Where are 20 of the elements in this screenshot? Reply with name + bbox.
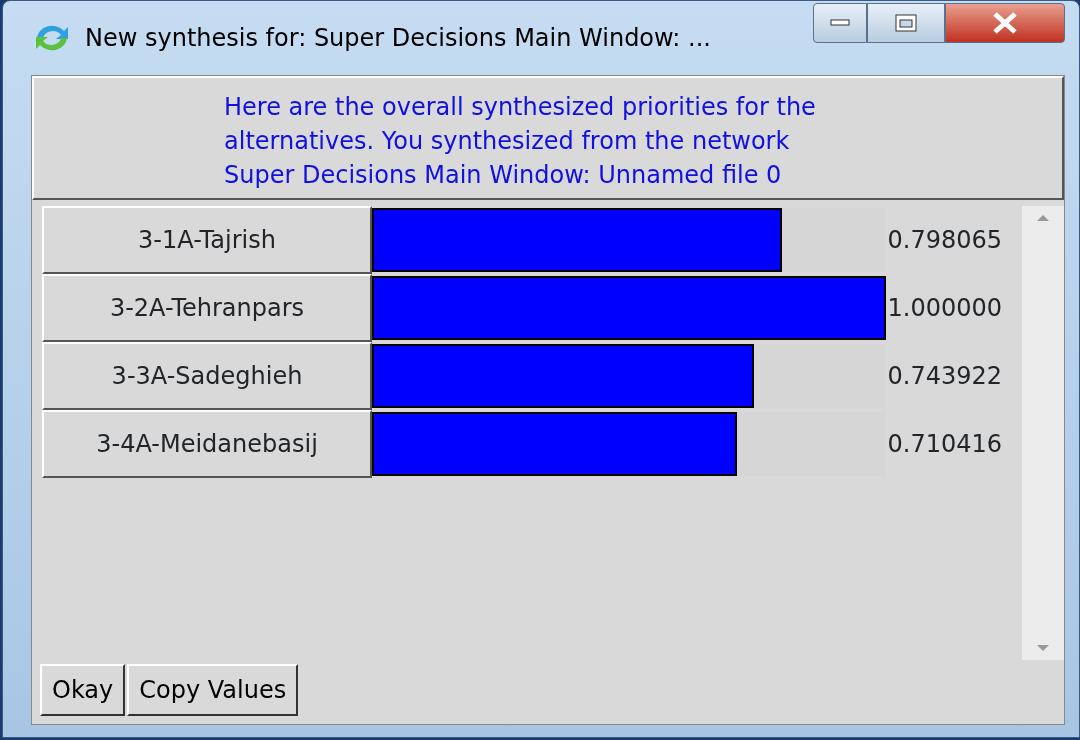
priority-value: 0.743922 bbox=[887, 361, 1002, 392]
window-title: New synthesis for: Super Decisions Main Window: ... bbox=[85, 23, 711, 54]
dialog-button[interactable]: Copy Values bbox=[127, 664, 299, 716]
alternative-label: 3-3A-Sadeghieh bbox=[42, 342, 372, 410]
maximize-icon bbox=[895, 14, 917, 32]
priority-value: 1.000000 bbox=[887, 293, 1002, 324]
alternative-label: 3-2A-Tehranpars bbox=[42, 274, 372, 342]
close-button[interactable] bbox=[945, 3, 1065, 43]
priority-value: 0.798065 bbox=[887, 225, 1002, 256]
minimize-icon bbox=[830, 19, 850, 27]
alternative-label: 3-4A-Meidanebasij bbox=[42, 410, 372, 478]
dialog-button[interactable]: Okay bbox=[40, 664, 126, 716]
maximize-button[interactable] bbox=[867, 3, 945, 43]
message-line: Super Decisions Main Window: Unnamed file 0 bbox=[224, 160, 783, 191]
message-line: Here are the overall synthesized priorities for the bbox=[224, 92, 817, 123]
priority-value: 0.710416 bbox=[887, 429, 1002, 460]
alternative-label: 3-1A-Tajrish bbox=[42, 206, 372, 274]
minimize-button[interactable] bbox=[813, 3, 867, 43]
message-line: alternatives. You synthesized from the network bbox=[224, 126, 791, 157]
close-icon bbox=[992, 12, 1018, 34]
